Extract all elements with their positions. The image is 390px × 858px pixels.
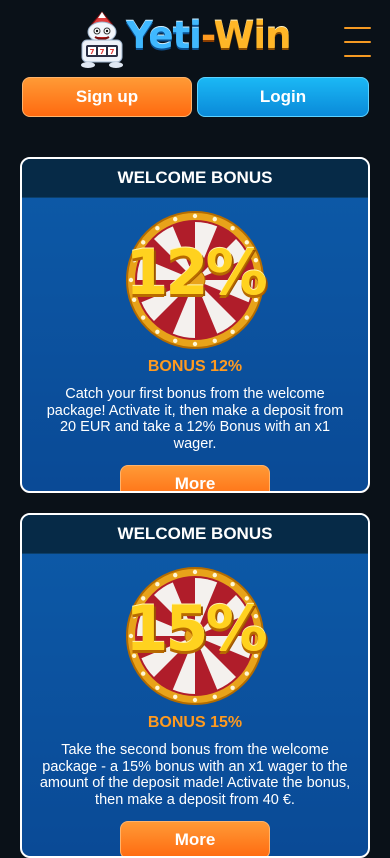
login-button[interactable]: Login xyxy=(197,77,369,117)
bonus-percent-graphic: 12% xyxy=(125,236,267,309)
auth-buttons: Sign up Login xyxy=(22,77,369,117)
promo-card-heading: WELCOME BONUS xyxy=(22,515,368,554)
bonus-title: BONUS 12% xyxy=(147,358,243,375)
bonus-description: Take the second bonus from the welcome p… xyxy=(39,742,351,808)
promo-card-15: WELCOME BONUS 15% BONUS 15% Take the sec… xyxy=(20,513,370,858)
bonus-percent-graphic: 15% xyxy=(125,592,267,665)
svg-text:7: 7 xyxy=(110,48,115,56)
bonus-wheel: 12% xyxy=(125,210,268,350)
svg-text:7: 7 xyxy=(100,48,105,56)
bonus-wheel: 15% xyxy=(125,566,268,706)
signup-button[interactable]: Sign up xyxy=(22,77,192,117)
yeti-mascot-icon: 7 7 7 xyxy=(81,11,123,68)
bonus-title: BONUS 15% xyxy=(147,714,243,731)
logo[interactable]: 7 7 7 Yeti-Win xyxy=(78,10,314,68)
header: 7 7 7 Yeti-Win xyxy=(0,0,390,72)
more-button[interactable]: More xyxy=(120,821,270,856)
svg-text:7: 7 xyxy=(90,48,95,56)
logo-wordmark: Yeti-Win xyxy=(126,14,291,57)
promo-card-heading: WELCOME BONUS xyxy=(22,159,368,198)
more-button[interactable]: More xyxy=(120,465,270,491)
hamburger-menu-icon[interactable] xyxy=(344,27,371,57)
promo-card-12: WELCOME BONUS 12% BONUS 12% Catch your f… xyxy=(20,157,370,493)
bonus-description: Catch your first bonus from the welcome … xyxy=(46,386,344,452)
